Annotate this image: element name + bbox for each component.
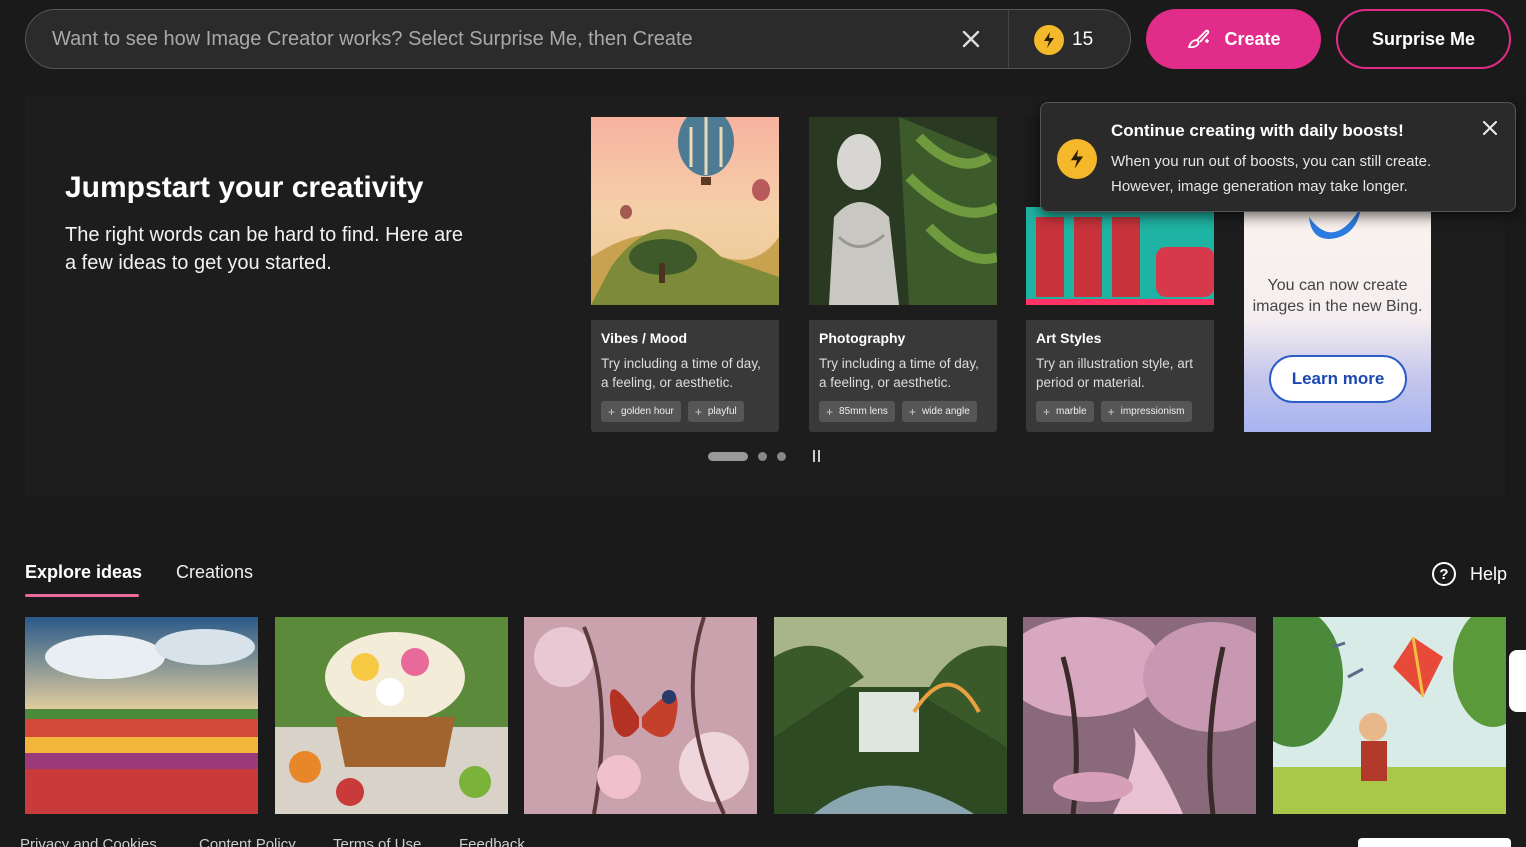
- footer-link-privacy[interactable]: Privacy and Cookies: [20, 836, 157, 847]
- carousel-dot-2[interactable]: [758, 452, 767, 461]
- close-icon[interactable]: [1481, 119, 1499, 137]
- create-button[interactable]: Create: [1146, 9, 1321, 69]
- promo-text: You can now create images in the new Bin…: [1252, 277, 1423, 315]
- bing-promo-card: You can now create images in the new Bin…: [1244, 207, 1431, 432]
- chip-impressionism[interactable]: + impressionism: [1100, 401, 1192, 422]
- card-description: Try an illustration style, art period or…: [1036, 356, 1194, 390]
- boost-icon[interactable]: [1034, 25, 1064, 55]
- footer-link-content-policy[interactable]: Content Policy: [199, 836, 296, 847]
- card-image-vibes[interactable]: [591, 117, 779, 305]
- close-icon[interactable]: [960, 28, 982, 50]
- search-input[interactable]: Want to see how Image Creator works? Sel…: [52, 28, 693, 51]
- gallery-image-cherry-blossom[interactable]: [1023, 617, 1256, 814]
- search-bar[interactable]: Want to see how Image Creator works? Sel…: [25, 9, 1131, 69]
- card-photography[interactable]: Photography Try including a time of day,…: [809, 320, 997, 432]
- carousel-indicators: [708, 452, 786, 461]
- plus-icon: +: [608, 404, 616, 419]
- boost-icon: [1057, 139, 1097, 179]
- card-art-styles[interactable]: Art Styles Try an illustration style, ar…: [1026, 320, 1214, 432]
- create-label: Create: [1224, 28, 1281, 49]
- footer-widget[interactable]: [1358, 838, 1511, 847]
- card-description: Try including a time of day, a feeling, …: [819, 356, 979, 390]
- chip-marble[interactable]: + marble: [1036, 401, 1094, 422]
- help-icon: ?: [1432, 562, 1456, 586]
- boost-count: 15: [1072, 29, 1094, 50]
- carousel-dot-1[interactable]: [708, 452, 748, 461]
- brush-icon: [1188, 29, 1210, 49]
- help-button[interactable]: ? Help: [1432, 562, 1507, 586]
- toast-text: When you run out of boosts, you can stil…: [1111, 153, 1432, 195]
- pause-icon[interactable]: [813, 450, 823, 462]
- chip-85mm-lens[interactable]: +85mm lens: [819, 401, 895, 422]
- hero-subtitle: The right words can be hard to find. Her…: [65, 224, 463, 274]
- chip-wide-angle[interactable]: + wide angle: [901, 401, 977, 422]
- side-panel-handle[interactable]: [1509, 650, 1526, 712]
- card-title: Photography: [819, 330, 906, 346]
- footer-link-feedback[interactable]: Feedback: [459, 836, 525, 847]
- chip-playful[interactable]: + playful: [687, 401, 744, 422]
- gallery-image-waterfall[interactable]: [774, 617, 1007, 814]
- divider: [1008, 10, 1009, 68]
- footer: Privacy and Cookies Content Policy Terms…: [0, 814, 1526, 847]
- card-vibes[interactable]: Vibes / Mood Try including a time of day…: [591, 320, 779, 432]
- toast-title: Continue creating with daily boosts!: [1111, 121, 1404, 140]
- plus-icon: +: [694, 404, 702, 419]
- learn-more-button[interactable]: Learn more: [1269, 355, 1407, 403]
- gallery-image-picnic-basket[interactable]: [275, 617, 508, 814]
- copilot-logo-icon: [1309, 207, 1361, 239]
- card-title: Vibes / Mood: [601, 330, 688, 346]
- plus-icon: +: [908, 404, 916, 419]
- plus-icon: +: [1107, 404, 1115, 419]
- help-label: Help: [1470, 563, 1508, 584]
- hero-title: Jumpstart your creativity: [65, 171, 424, 204]
- footer-link-terms[interactable]: Terms of Use: [333, 836, 421, 847]
- card-image-photography[interactable]: [809, 117, 997, 305]
- carousel-dot-3[interactable]: [777, 452, 786, 461]
- surprise-label: Surprise Me: [1371, 28, 1476, 49]
- plus-icon: +: [1043, 404, 1051, 419]
- chip-golden-hour[interactable]: + golden hour: [601, 401, 681, 422]
- tab-creations[interactable]: Creations: [176, 562, 253, 583]
- daily-boosts-toast: Continue creating with daily boosts! Whe…: [1040, 102, 1516, 212]
- gallery-image-kite-boy[interactable]: [1273, 617, 1506, 814]
- gallery-image-butterfly[interactable]: [524, 617, 757, 814]
- card-title: Art Styles: [1036, 330, 1102, 346]
- plus-icon: +: [826, 404, 834, 419]
- card-description: Try including a time of day, a feeling, …: [601, 356, 761, 390]
- surprise-me-button[interactable]: Surprise Me: [1336, 9, 1511, 69]
- tab-active-indicator: [25, 594, 139, 597]
- tab-explore-ideas[interactable]: Explore ideas: [25, 562, 142, 583]
- gallery-image-tulip-field[interactable]: [25, 617, 258, 814]
